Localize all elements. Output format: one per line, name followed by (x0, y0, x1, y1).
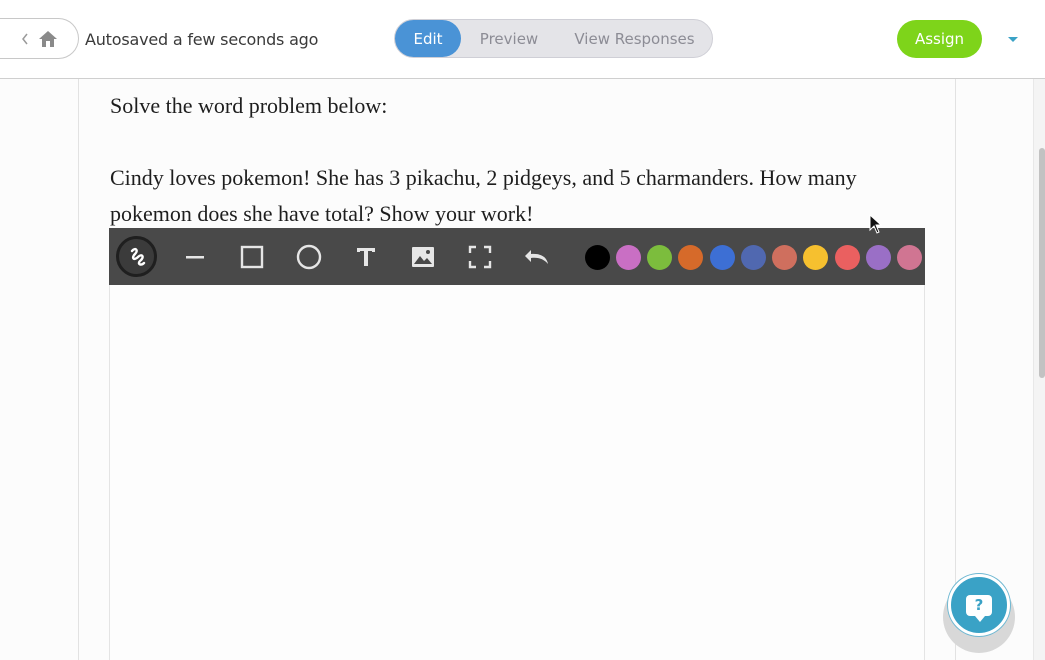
fullscreen-tool-button[interactable] (459, 236, 500, 277)
home-icon (39, 30, 57, 47)
rectangle-icon (240, 245, 263, 268)
question-prompt: Solve the word problem below: Cindy love… (110, 88, 940, 232)
tab-edit[interactable]: Edit (395, 20, 461, 57)
question-text: Cindy loves pokemon! She has 3 pikachu, … (110, 165, 857, 226)
tab-preview[interactable]: Preview (461, 20, 557, 57)
color-swatch-slate-blue[interactable] (741, 245, 766, 270)
home-button[interactable] (0, 18, 79, 59)
chevron-down-icon[interactable] (1006, 35, 1020, 44)
fullscreen-icon (468, 245, 491, 268)
drawing-canvas[interactable] (109, 285, 925, 660)
help-question-icon: ? (966, 594, 992, 622)
help-button[interactable]: ? (948, 574, 1010, 636)
rectangle-tool-button[interactable] (231, 236, 272, 277)
color-swatch-black[interactable] (585, 245, 610, 270)
autosave-status: Autosaved a few seconds ago (85, 30, 319, 49)
image-tool-button[interactable] (402, 236, 443, 277)
color-swatch-green[interactable] (647, 245, 672, 270)
color-swatch-yellow[interactable] (803, 245, 828, 270)
line-tool-button[interactable] (174, 236, 215, 277)
undo-tool-button[interactable] (516, 236, 557, 277)
scrollbar-thumb[interactable] (1039, 148, 1045, 378)
question-instruction: Solve the word problem below: (110, 93, 388, 118)
color-swatch-red[interactable] (835, 245, 860, 270)
freehand-icon (130, 247, 145, 266)
color-swatch-orange[interactable] (678, 245, 703, 270)
text-tool-button[interactable] (345, 236, 386, 277)
drawing-toolbar (109, 228, 925, 285)
assign-button[interactable]: Assign (897, 20, 982, 58)
tab-view-responses[interactable]: View Responses (557, 20, 712, 57)
text-icon (356, 247, 375, 266)
mouse-cursor-icon (869, 214, 883, 234)
circle-icon (296, 244, 321, 269)
color-swatch-blue[interactable] (710, 245, 735, 270)
circle-tool-button[interactable] (288, 236, 329, 277)
color-swatch-orchid[interactable] (616, 245, 641, 270)
image-icon (411, 246, 434, 267)
mode-tabs: Edit Preview View Responses (394, 19, 713, 58)
color-swatch-salmon[interactable] (772, 245, 797, 270)
color-swatch-purple[interactable] (866, 245, 891, 270)
line-icon (185, 255, 204, 258)
chevron-left-icon (22, 33, 28, 44)
color-swatch-pink[interactable] (897, 245, 922, 270)
undo-icon (524, 249, 548, 264)
top-header: Autosaved a few seconds ago Edit Preview… (0, 0, 1045, 79)
freehand-tool-button[interactable] (116, 236, 157, 277)
